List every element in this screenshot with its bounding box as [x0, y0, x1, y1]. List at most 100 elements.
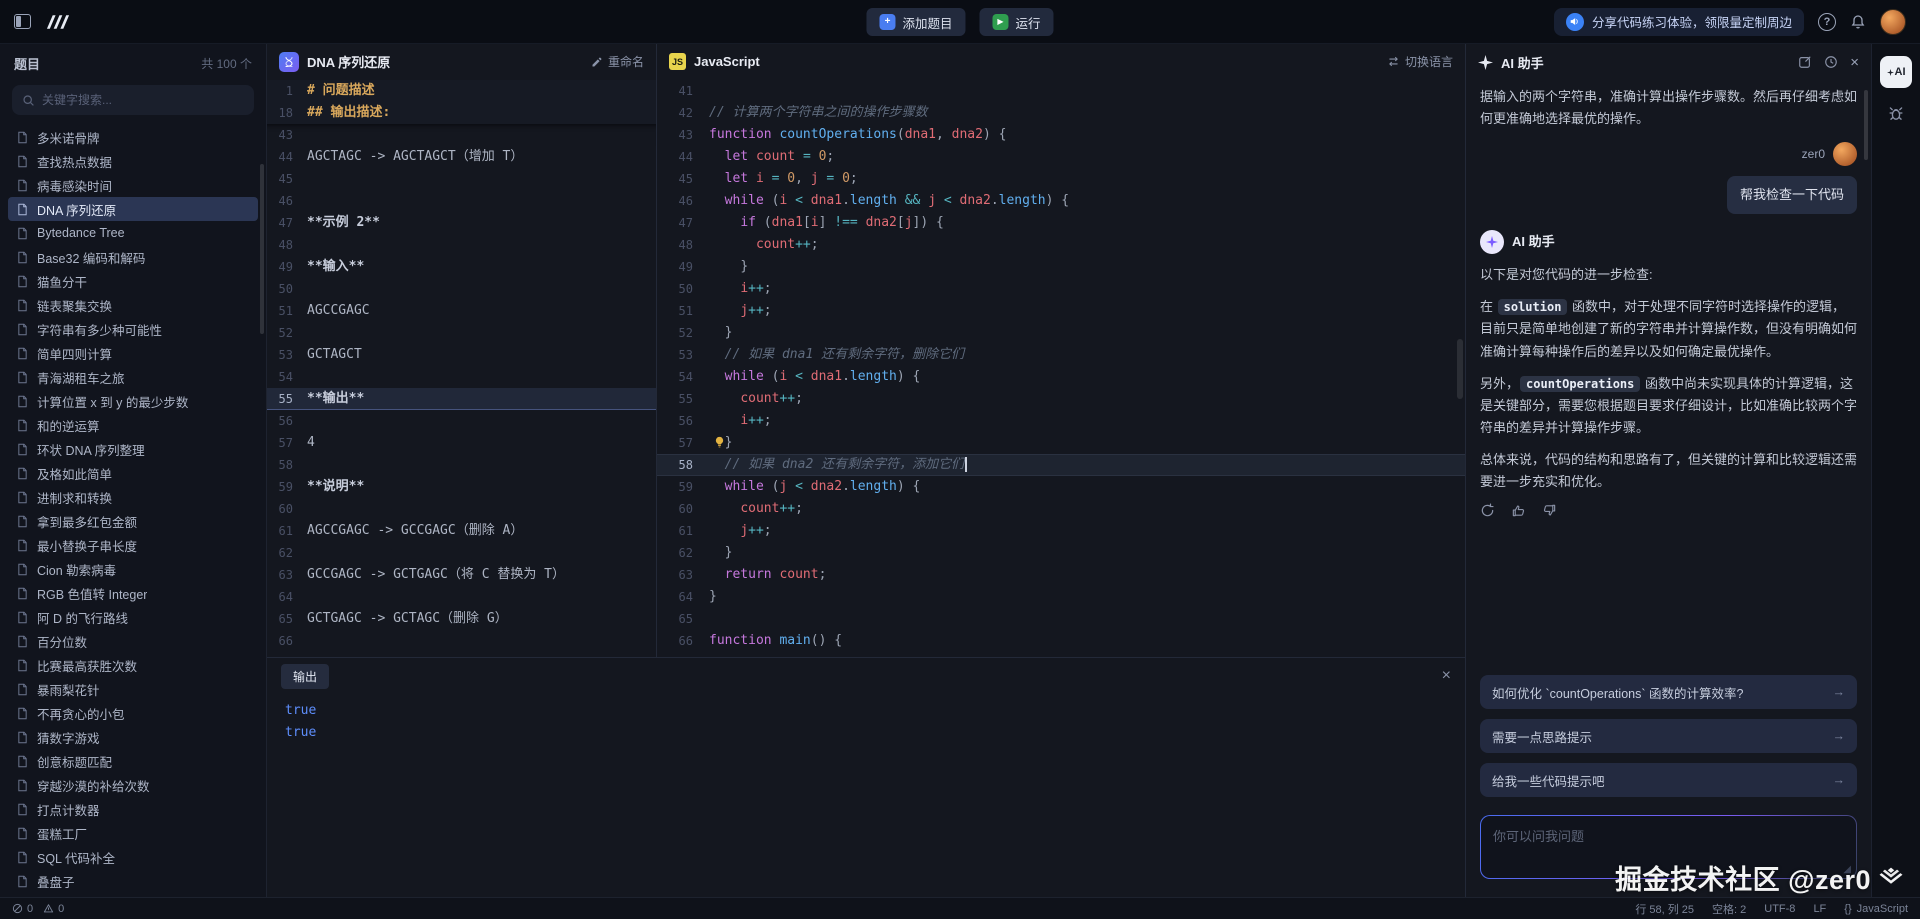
sidebar-item-problem[interactable]: 百分位数 [8, 629, 258, 653]
line-number: 41 [657, 80, 709, 102]
sidebar-item-problem[interactable]: Base32 编码和解码 [8, 245, 258, 269]
line-number: 47 [657, 212, 709, 234]
line-number: 44 [657, 146, 709, 168]
code-line: 53 // 如果 dna1 还有剩余字符，删除它们 [657, 344, 1465, 366]
file-icon [16, 275, 29, 288]
language-mode[interactable]: {} JavaScript [1844, 903, 1908, 915]
right-toolbar: AI [1871, 44, 1920, 897]
rename-button[interactable]: 重命名 [591, 53, 644, 70]
sidebar-item-problem[interactable]: 简单四则计算 [8, 341, 258, 365]
sidebar-item-problem[interactable]: 和的逆运算 [8, 413, 258, 437]
notifications-button[interactable] [1850, 14, 1866, 30]
lightbulb-icon[interactable] [713, 436, 726, 449]
sidebar-item-problem[interactable]: 比赛最高获胜次数 [8, 653, 258, 677]
sidebar-item-problem[interactable]: Bytedance Tree [8, 221, 258, 245]
code-line: 48 count++; [657, 234, 1465, 256]
sidebar-item-problem[interactable]: 青海湖租车之旅 [8, 365, 258, 389]
sidebar-item-problem[interactable]: DNA 序列还原 [8, 197, 258, 221]
sidebar-item-problem[interactable]: RGB 色值转 Integer [8, 581, 258, 605]
output-tab[interactable]: 输出 [281, 664, 329, 689]
help-button[interactable]: ? [1818, 13, 1836, 31]
ai-assistant-rail-button[interactable]: AI [1880, 56, 1912, 88]
switch-language-button[interactable]: 切换语言 [1387, 53, 1453, 70]
close-ai-panel-button[interactable]: × [1850, 54, 1859, 71]
output-panel: 输出 × truetrue [267, 657, 1465, 897]
regenerate-button[interactable] [1480, 503, 1495, 518]
sidebar-item-problem[interactable]: 病毒感染时间 [8, 173, 258, 197]
debug-rail-button[interactable] [1887, 104, 1905, 122]
sidebar-item-problem[interactable]: 不再贪心的小包 [8, 701, 258, 725]
history-button[interactable] [1824, 55, 1838, 69]
sidebar-item-problem[interactable]: 穿越沙漠的补给次数 [8, 773, 258, 797]
sidebar-item-problem[interactable]: 及格如此简单 [8, 461, 258, 485]
sidebar-item-problem[interactable]: 叠盘子 [8, 869, 258, 893]
editor-scrollbar[interactable] [1457, 339, 1463, 399]
sidebar-item-problem[interactable]: 暴雨梨花针 [8, 677, 258, 701]
promo-banner[interactable]: 分享代码练习体验，领限量定制周边 [1554, 8, 1804, 36]
markdown-line: 54 [267, 366, 656, 388]
cursor-position[interactable]: 行 58, 列 25 [1635, 901, 1694, 917]
markdown-line: 53GCTAGCT [267, 344, 656, 366]
add-problem-button[interactable]: + 添加题目 [866, 8, 965, 36]
ai-name: AI 助手 [1512, 231, 1555, 253]
add-icon: + [879, 14, 895, 30]
braces-icon: {} [1844, 903, 1851, 915]
sidebar-item-problem[interactable]: 多米诺骨牌 [8, 125, 258, 149]
sidebar-item-problem[interactable]: 进制求和转换 [8, 485, 258, 509]
sidebar-item-problem[interactable]: 查找热点数据 [8, 149, 258, 173]
sidebar-item-problem[interactable]: 蛋糕工厂 [8, 821, 258, 845]
indentation-setting[interactable]: 空格: 2 [1712, 901, 1746, 917]
suggested-question-label: 如何优化 `countOperations` 函数的计算效率? [1492, 683, 1743, 702]
panel-toggle-icon [14, 14, 31, 29]
question-icon: ? [1818, 13, 1836, 31]
eol-setting[interactable]: LF [1813, 903, 1826, 915]
sidebar-item-problem[interactable]: 阿 D 的飞行路线 [8, 605, 258, 629]
problem-item-label: 青海湖租车之旅 [37, 368, 125, 387]
sidebar-item-problem[interactable]: 拿到最多红包金额 [8, 509, 258, 533]
sidebar-item-problem[interactable]: 环状 DNA 序列整理 [8, 437, 258, 461]
sidebar-item-problem[interactable]: 字符串有多少种可能性 [8, 317, 258, 341]
sidebar-item-problem[interactable]: 打点计数器 [8, 797, 258, 821]
language-mode-label: JavaScript [1857, 903, 1908, 915]
sidebar-item-problem[interactable]: 链表聚集交换 [8, 293, 258, 317]
close-output-button[interactable]: × [1442, 668, 1451, 684]
sidebar-item-problem[interactable]: 创意标题匹配 [8, 749, 258, 773]
sidebar-item-problem[interactable]: SQL 代码补全 [8, 845, 258, 869]
new-chat-button[interactable] [1798, 55, 1812, 69]
markdown-line: 18## 输出描述: [267, 102, 656, 124]
suggested-question[interactable]: 需要一点思路提示→ [1480, 719, 1857, 753]
sidebar-item-problem[interactable]: 猜数字游戏 [8, 725, 258, 749]
markdown-editor[interactable]: 1# 问题描述18## 输出描述:4344AGCTAGC -> AGCTAGCT… [267, 80, 656, 657]
line-number: 60 [267, 498, 307, 520]
markdown-line: 62 [267, 542, 656, 564]
resize-handle-icon[interactable]: ◢ [1843, 865, 1851, 875]
markdown-line: 50 [267, 278, 656, 300]
sidebar-item-problem[interactable]: 计算位置 x 到 y 的最少步数 [8, 389, 258, 413]
file-icon [16, 875, 29, 888]
sidebar-item-problem[interactable]: 最小替换子串长度 [8, 533, 258, 557]
run-button[interactable]: ▶ 运行 [980, 8, 1054, 36]
sidebar-item-problem[interactable]: Cion 勒索病毒 [8, 557, 258, 581]
suggested-question[interactable]: 如何优化 `countOperations` 函数的计算效率?→ [1480, 675, 1857, 709]
code-line: 54 while (i < dna1.length) { [657, 366, 1465, 388]
ai-input[interactable] [1481, 816, 1856, 878]
sidebar-title: 题目 [14, 54, 40, 73]
encoding-setting[interactable]: UTF-8 [1764, 903, 1795, 915]
suggested-question[interactable]: 给我一些代码提示吧→ [1480, 763, 1857, 797]
thumbs-down-button[interactable] [1542, 503, 1557, 518]
sidebar-scrollbar[interactable] [260, 164, 264, 334]
markdown-line: 44AGCTAGC -> AGCTAGCT（增加 T） [267, 146, 656, 168]
sidebar-item-problem[interactable]: 猫鱼分干 [8, 269, 258, 293]
warning-counter[interactable]: 0 [43, 903, 64, 915]
sidebar-toggle-button[interactable] [14, 14, 31, 29]
ai-chat-scrollbar[interactable] [1864, 90, 1868, 160]
error-count: 0 [27, 903, 33, 915]
error-counter[interactable]: 0 [12, 903, 33, 915]
problem-item-label: 不再贪心的小包 [37, 704, 125, 723]
code-editor-panel: JS JavaScript 切换语言 4142// 计算两个字符串之间的操作步骤… [657, 44, 1465, 657]
thumbs-up-button[interactable] [1511, 503, 1526, 518]
app-logo-icon[interactable] [45, 13, 71, 31]
code-editor[interactable]: 4142// 计算两个字符串之间的操作步骤数43function countOp… [657, 80, 1465, 657]
search-input[interactable] [42, 93, 244, 107]
user-avatar[interactable] [1880, 9, 1906, 35]
